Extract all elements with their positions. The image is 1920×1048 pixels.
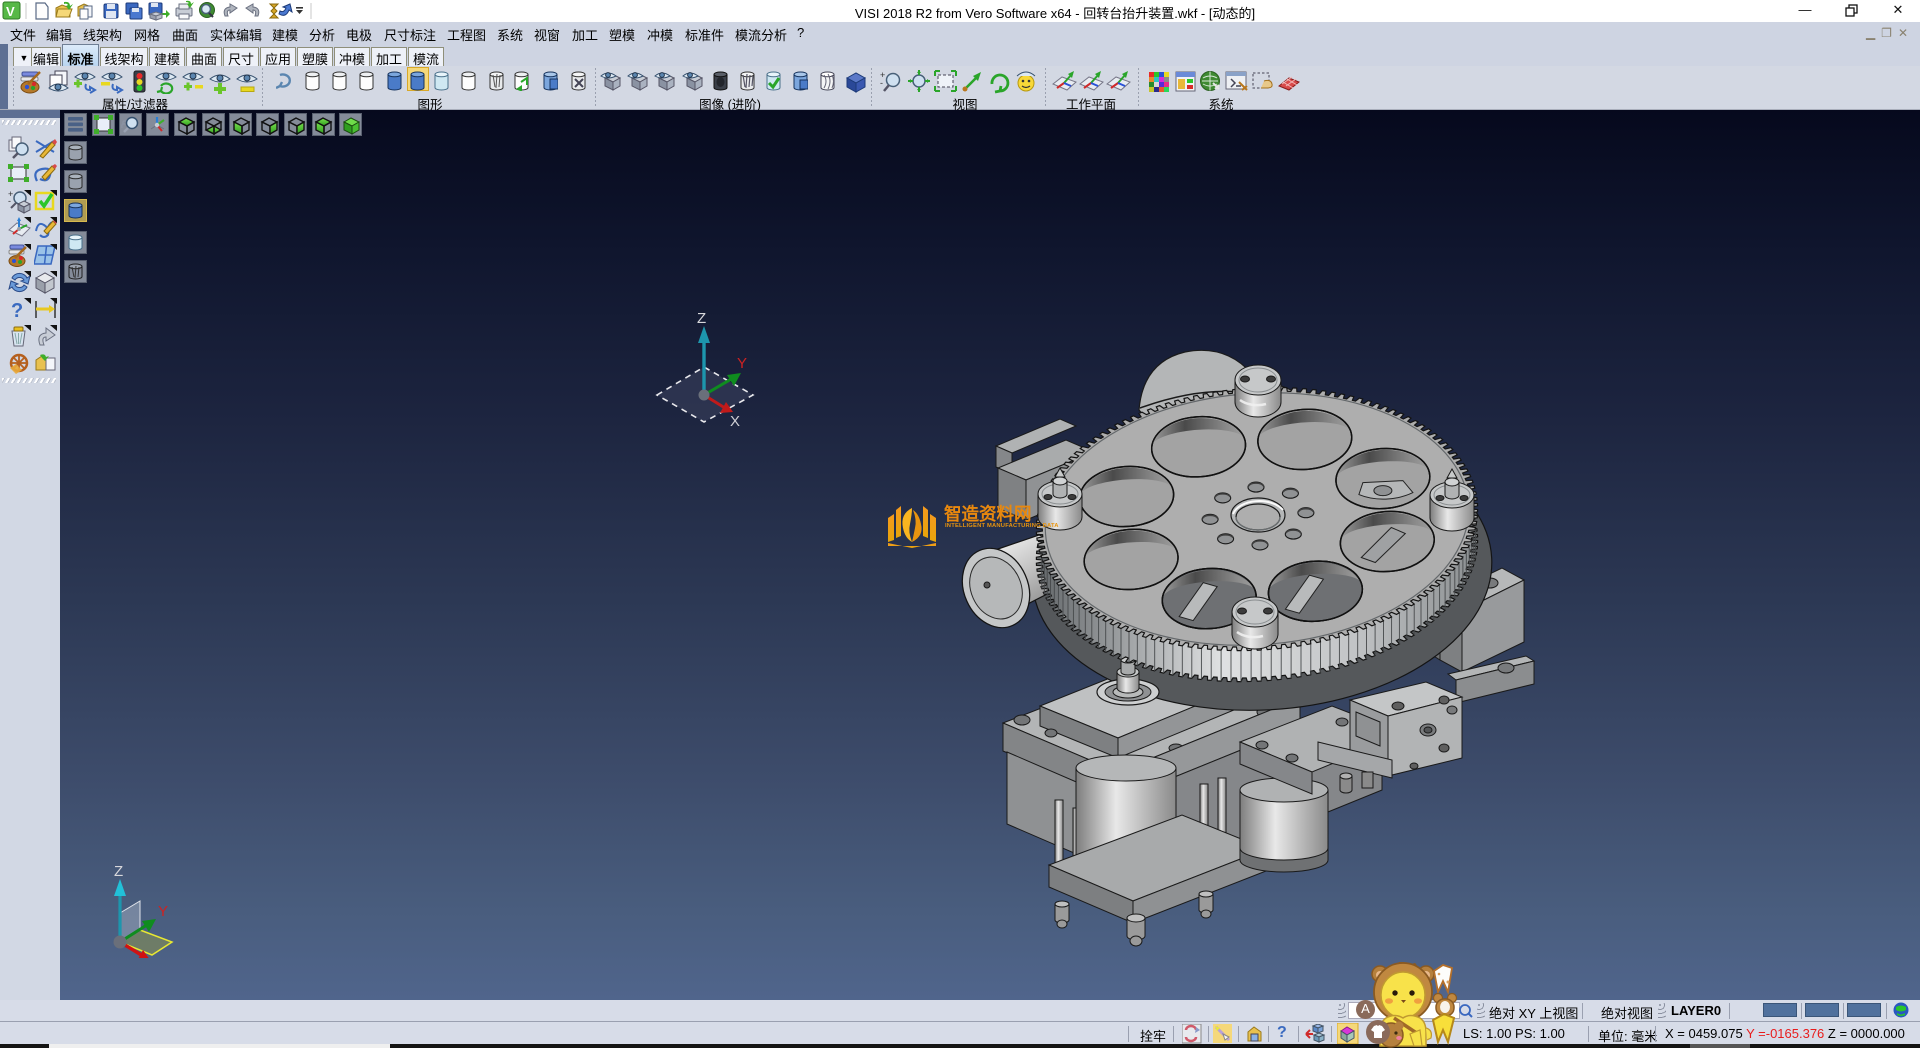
svg-text:X: X xyxy=(730,413,740,430)
svg-text:?: ? xyxy=(11,300,23,322)
svg-text:Z: Z xyxy=(697,310,706,327)
svg-text:-: - xyxy=(8,196,11,206)
svg-text:-: - xyxy=(880,78,883,88)
svg-text:V: V xyxy=(6,4,15,19)
svg-text:Z: Z xyxy=(114,863,123,880)
svg-text:Y: Y xyxy=(158,903,168,920)
svg-text:Y: Y xyxy=(737,355,747,372)
